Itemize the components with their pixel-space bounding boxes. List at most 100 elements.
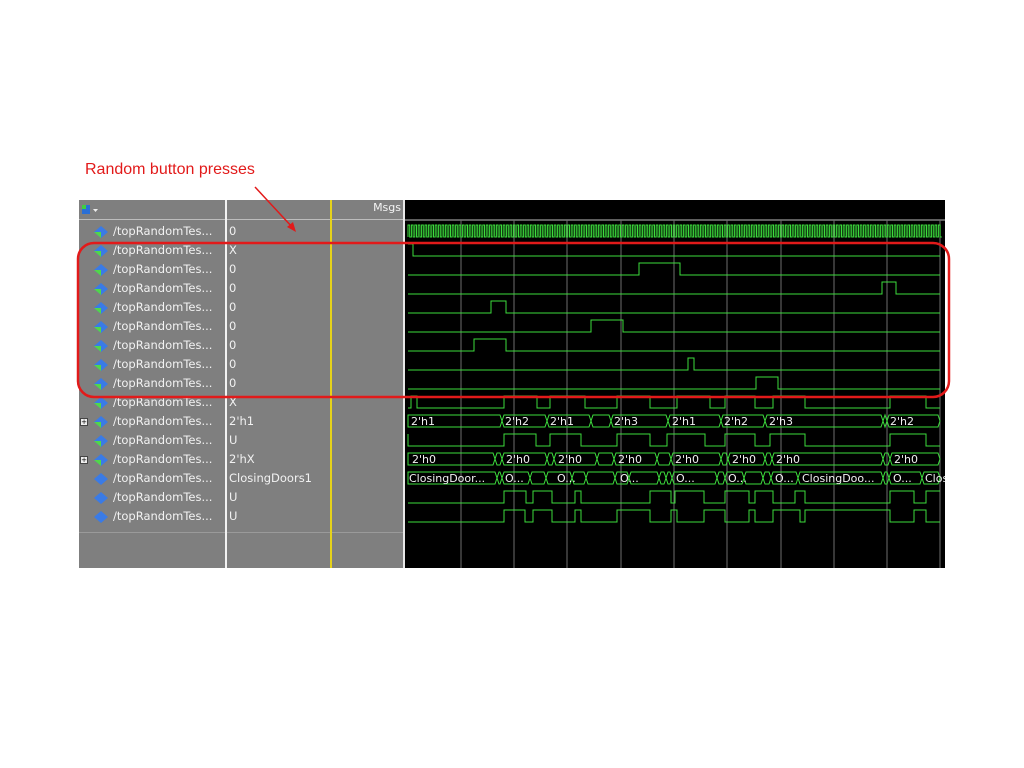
signal-value-row[interactable]: 2'h1 <box>227 412 403 431</box>
bus-value-label: 2'h3 <box>614 415 638 428</box>
cursor-line[interactable] <box>330 200 332 568</box>
clock-wave <box>407 224 942 238</box>
signal-icon <box>94 435 108 447</box>
bus-segment <box>882 413 888 429</box>
signal-name: /topRandomTes... <box>113 300 213 314</box>
signal-value-row[interactable]: 0 <box>227 374 403 393</box>
signal-value: U <box>229 433 238 447</box>
signal-value-row[interactable]: 0 <box>227 222 403 241</box>
signal-value: ClosingDoors1 <box>229 471 312 485</box>
signal-name: /topRandomTes... <box>113 224 213 238</box>
expand-icon[interactable]: + <box>80 418 88 426</box>
bus-value-label: 2'h0 <box>894 453 918 466</box>
signal-value: X <box>229 243 237 257</box>
signal-name-row[interactable]: /topRandomTes... <box>79 241 225 260</box>
signal-name-row[interactable]: /topRandomTes... <box>79 298 225 317</box>
signal-name-row[interactable]: /topRandomTes... <box>79 336 225 355</box>
bus-value-label: 2'h2 <box>505 415 529 428</box>
signal-name: /topRandomTes... <box>113 262 213 276</box>
signal-value: 0 <box>229 262 237 276</box>
signal-name: /topRandomTes... <box>113 281 213 295</box>
signal-name-row[interactable]: /topRandomTes... <box>79 393 225 412</box>
signal-name-row[interactable]: /topRandomTes... <box>79 279 225 298</box>
signal-value: U <box>229 490 238 504</box>
signal-name: /topRandomTes... <box>113 490 213 504</box>
signal-icon <box>94 302 108 314</box>
signal-name: /topRandomTes... <box>113 376 213 390</box>
signal-icon <box>94 245 108 257</box>
signal-name: /topRandomTes... <box>113 338 213 352</box>
signal-value-row[interactable]: X <box>227 393 403 412</box>
signal-name-row[interactable]: /topRandomTes... <box>79 355 225 374</box>
signal-value-row[interactable]: U <box>227 488 403 507</box>
bus-value-label: 2'h0 <box>412 453 436 466</box>
bus-signal-icon <box>94 416 108 428</box>
signal-icon <box>94 340 108 352</box>
bus-segment <box>882 471 890 485</box>
bus-segment <box>496 471 503 485</box>
bus-segment <box>585 471 616 485</box>
signal-value-row[interactable]: 0 <box>227 336 403 355</box>
bus-value-label: 2'h3 <box>769 415 793 428</box>
signal-value-row[interactable]: ClosingDoors1 <box>227 469 403 488</box>
signal-name-row[interactable]: /topRandomTes... <box>79 507 225 526</box>
bus-value-label: ClosingDo... <box>925 472 945 485</box>
bus-segment <box>546 452 555 466</box>
signal-name-row[interactable]: /topRandomTes... <box>79 222 225 241</box>
enum-signal-icon <box>94 511 108 523</box>
signal-value-row[interactable]: 0 <box>227 298 403 317</box>
bus-value-label: O... <box>893 472 912 485</box>
signal-name-row[interactable]: /topRandomTes... <box>79 260 225 279</box>
signal-icon <box>94 397 108 409</box>
signal-name-row[interactable]: + /topRandomTes... <box>79 450 225 469</box>
bus-value-label: ClosingDoo... <box>802 472 874 485</box>
signal-value-row[interactable]: 2'hX <box>227 450 403 469</box>
signal-name-row[interactable]: /topRandomTes... <box>79 431 225 450</box>
bus-value-label: O... <box>557 472 576 485</box>
signal-value-row[interactable]: 0 <box>227 260 403 279</box>
bus-value-label: O... <box>676 472 695 485</box>
signal-value-row[interactable]: X <box>227 241 403 260</box>
signal-icon <box>94 378 108 390</box>
bus-value-label: 2'h0 <box>675 453 699 466</box>
annotation-label: Random button presses <box>85 161 255 178</box>
bus-value-label: 2'h1 <box>672 415 696 428</box>
signal-name: /topRandomTes... <box>113 357 213 371</box>
bus-value-label: 2'h2 <box>890 415 914 428</box>
signal-value-row[interactable]: 0 <box>227 317 403 336</box>
signal-name-row[interactable]: /topRandomTes... <box>79 469 225 488</box>
signal-value: 0 <box>229 300 237 314</box>
signal-name-row[interactable]: /topRandomTes... <box>79 488 225 507</box>
bus-value-label: O... <box>775 472 794 485</box>
signal-value-row[interactable]: U <box>227 431 403 450</box>
bus-value-label: 2'h2 <box>724 415 748 428</box>
wave-toolbar-icon[interactable] <box>81 203 99 217</box>
signal-names-pane: /topRandomTes... /topRandomTes... /topRand… <box>79 200 225 568</box>
values-header-rule <box>227 219 403 220</box>
msgs-header: Msgs <box>373 201 401 214</box>
signal-name-row[interactable]: + /topRandomTes... <box>79 412 225 431</box>
expand-icon[interactable]: + <box>80 456 88 464</box>
signal-name-row[interactable]: /topRandomTes... <box>79 317 225 336</box>
signal-name: /topRandomTes... <box>113 452 213 466</box>
signal-value-row[interactable]: 0 <box>227 279 403 298</box>
signal-name: /topRandomTes... <box>113 471 213 485</box>
signal-icon <box>94 226 108 238</box>
bus-segment <box>658 471 667 485</box>
waveform-area[interactable]: 2'h1 2'h2 2'h1 2'h3 2'h1 2'h2 2'h3 2'h2 2'h0 2'h0… <box>405 200 945 568</box>
bus-segment <box>716 471 726 485</box>
bus-value-label: 2'h0 <box>618 453 642 466</box>
signal-value: 0 <box>229 319 237 333</box>
bus-segment <box>743 471 764 485</box>
names-bottom-rule <box>79 532 225 533</box>
signal-icon <box>94 321 108 333</box>
signal-name-row[interactable]: /topRandomTes... <box>79 374 225 393</box>
signal-name: /topRandomTes... <box>113 395 213 409</box>
signal-value-row[interactable]: 0 <box>227 355 403 374</box>
signal-value: 0 <box>229 281 237 295</box>
bus-segment <box>764 452 773 466</box>
signal-name: /topRandomTes... <box>113 414 213 428</box>
bus-value-label: ClosingDoor... <box>409 472 485 485</box>
signal-value-row[interactable]: U <box>227 507 403 526</box>
signal-value: X <box>229 395 237 409</box>
